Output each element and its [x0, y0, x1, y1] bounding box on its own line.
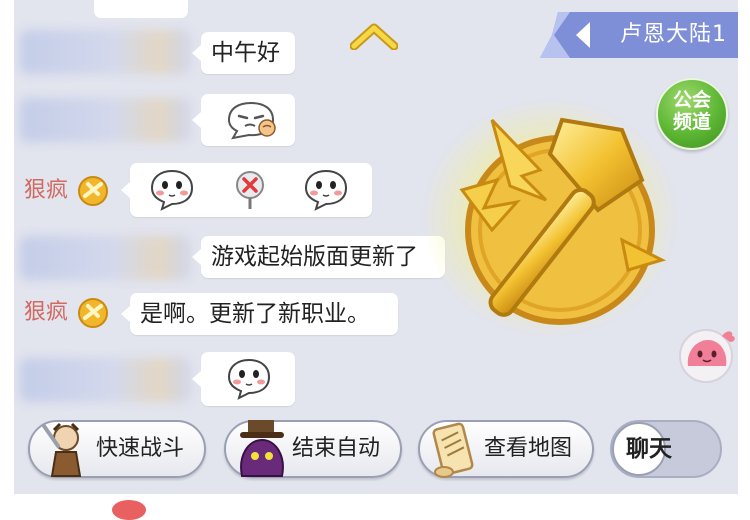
channel-name: 卢恩大陆1	[620, 22, 727, 47]
blush-ghost-emoji	[150, 169, 194, 211]
chat-message-text: 中午好	[211, 40, 280, 66]
sleepy-face-emoji	[227, 101, 276, 140]
chat-bubble: 中午好	[192, 32, 295, 74]
blush-ghost-emoji	[227, 358, 271, 400]
chat-bubble	[192, 94, 295, 146]
notification-dot	[112, 500, 146, 520]
hat-monster-icon	[240, 420, 284, 477]
chat-message-text: 是啊。更新了新职业。	[140, 301, 370, 327]
pink-poring-icon[interactable]	[678, 322, 738, 384]
chat-toggle-label: 聊天	[626, 436, 672, 462]
chat-bubble: 游戏起始版面更新了	[192, 236, 445, 278]
view-map-button[interactable]: 查看地图	[418, 420, 594, 478]
end-auto-button[interactable]: 结束自动	[224, 420, 402, 478]
blurred-sender	[20, 358, 190, 402]
sender-name[interactable]: 狠疯	[24, 298, 68, 328]
end-auto-label: 结束自动	[292, 436, 381, 461]
chat-bubble	[121, 163, 372, 217]
level-badge-icon	[78, 298, 108, 328]
view-map-label: 查看地图	[484, 436, 573, 461]
level-badge-icon	[78, 176, 108, 206]
game-chat-panel: 卢恩大陆1 公会 频道 中午好 狠疯 游戏起始版面更新了 狠疯 是啊。更新了新职…	[14, 0, 738, 494]
blush-ghost-emoji	[304, 169, 348, 211]
golden-axe-icon[interactable]	[422, 90, 682, 340]
blurred-sender	[20, 98, 190, 142]
sender-name[interactable]: 狠疯	[24, 176, 68, 206]
map-scroll-icon	[432, 422, 474, 478]
chat-bubble	[192, 352, 295, 406]
chevron-up-icon[interactable]	[350, 22, 398, 50]
chat-bubble-previous	[94, 0, 188, 18]
quick-battle-label: 快速战斗	[96, 436, 185, 461]
blurred-sender	[20, 30, 190, 74]
chat-bubble: 是啊。更新了新职业。	[121, 293, 398, 335]
quick-battle-button[interactable]: 快速战斗	[28, 420, 206, 478]
blurred-sender	[20, 236, 190, 280]
chat-toggle[interactable]: 聊天	[610, 420, 722, 478]
warrior-icon	[42, 422, 82, 477]
chat-message-text: 游戏起始版面更新了	[211, 244, 418, 270]
red-x-pin-emoji	[236, 171, 264, 209]
